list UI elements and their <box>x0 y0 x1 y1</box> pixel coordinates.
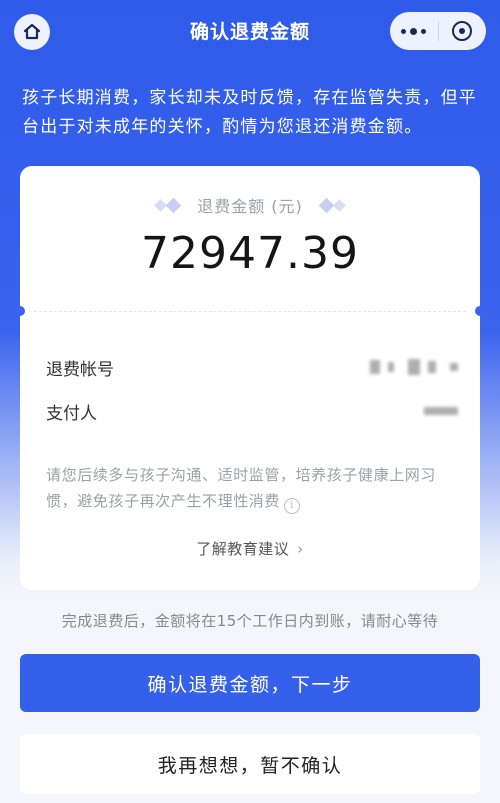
arrival-footnote: 完成退费后，金额将在15个工作日内到账，请耐心等待 <box>61 612 439 630</box>
info-icon[interactable]: i <box>284 498 301 514</box>
education-hint: 请您后续多与孩子沟通、适时监管，培养孩子健康上网习惯，避免孩子再次产生不理性消费… <box>46 462 458 514</box>
navigation-bar: 确认退费金额 <box>0 0 500 64</box>
diamond-decoration-icon <box>154 197 182 213</box>
diamond-decoration-icon <box>318 197 346 213</box>
decline-button[interactable]: 我再想想，暂不确认 <box>20 734 480 794</box>
chevron-right-icon: › <box>297 540 304 558</box>
close-button[interactable] <box>439 12 487 50</box>
education-hint-text: 请您后续多与孩子沟通、适时监管，培养孩子健康上网习惯，避免孩子再次产生不理性消费 <box>46 466 437 510</box>
refund-amount-section: 退费金额 (元) 72947.39 <box>20 166 480 311</box>
refund-account-value-redacted <box>370 359 458 375</box>
refund-account-row: 退费帐号 <box>46 352 458 382</box>
target-close-icon <box>452 21 473 41</box>
payer-label: 支付人 <box>46 403 97 424</box>
refund-account-label: 退费帐号 <box>46 359 114 380</box>
learn-link-label: 了解教育建议 <box>196 540 290 558</box>
more-button[interactable] <box>390 12 438 50</box>
refund-card: 退费金额 (元) 72947.39 退费帐号 支付人 请您后续多与孩子沟通、适时… <box>15 166 485 590</box>
learn-education-advice-link[interactable]: 了解教育建议 › <box>20 538 480 559</box>
payer-value-redacted <box>424 407 458 415</box>
notice-text: 孩子长期消费，家长却未及时反馈，存在监管失责，但平台出于对未成年的关怀，酌情为您… <box>22 88 477 137</box>
payer-row: 支付人 <box>46 396 458 426</box>
confirm-refund-button[interactable]: 确认退费金额，下一步 <box>20 654 480 712</box>
refund-amount-label: 退费金额 (元) <box>197 197 303 216</box>
dashed-divider <box>34 311 466 312</box>
refund-amount-value: 72947.39 <box>141 228 359 279</box>
mini-program-capsule <box>390 12 486 50</box>
more-dots-icon <box>401 27 427 35</box>
